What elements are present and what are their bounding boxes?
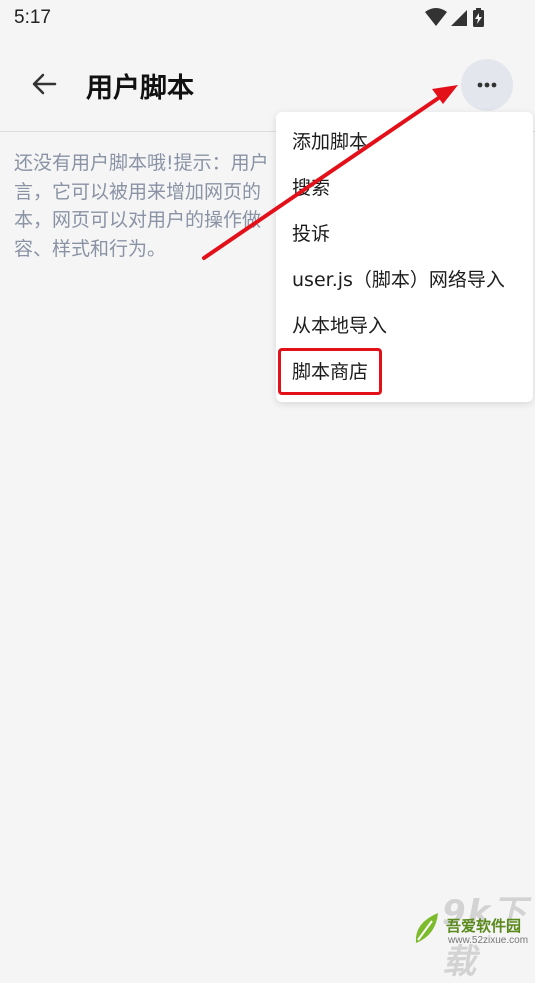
signal-icon xyxy=(451,10,467,26)
menu-item-add-script[interactable]: 添加脚本 xyxy=(292,127,368,157)
watermark: 9k下载 吾爱软件园 www.52zixue.com xyxy=(412,885,535,982)
status-time: 5:17 xyxy=(14,7,51,28)
menu-item-local-import[interactable]: 从本地导入 xyxy=(292,311,387,341)
back-button[interactable] xyxy=(25,64,65,104)
status-bar: 5:17 xyxy=(0,0,535,38)
menu-item-complaint[interactable]: 投诉 xyxy=(292,219,330,249)
wifi-icon xyxy=(425,8,447,26)
page-title: 用户脚本 xyxy=(86,73,194,104)
watermark-name: 吾爱软件园 xyxy=(446,917,522,935)
menu-item-search[interactable]: 搜索 xyxy=(292,173,330,203)
battery-charging-icon xyxy=(473,8,484,27)
status-icons xyxy=(425,8,497,28)
arrow-left-icon xyxy=(32,73,57,95)
more-horizontal-icon xyxy=(477,82,497,88)
highlight-box xyxy=(278,348,382,395)
menu-item-network-import[interactable]: user.js（脚本）网络导入 xyxy=(292,265,505,295)
leaf-logo-icon xyxy=(415,913,438,943)
more-options-button[interactable] xyxy=(461,59,513,111)
watermark-url: www.52zixue.com xyxy=(448,935,529,946)
